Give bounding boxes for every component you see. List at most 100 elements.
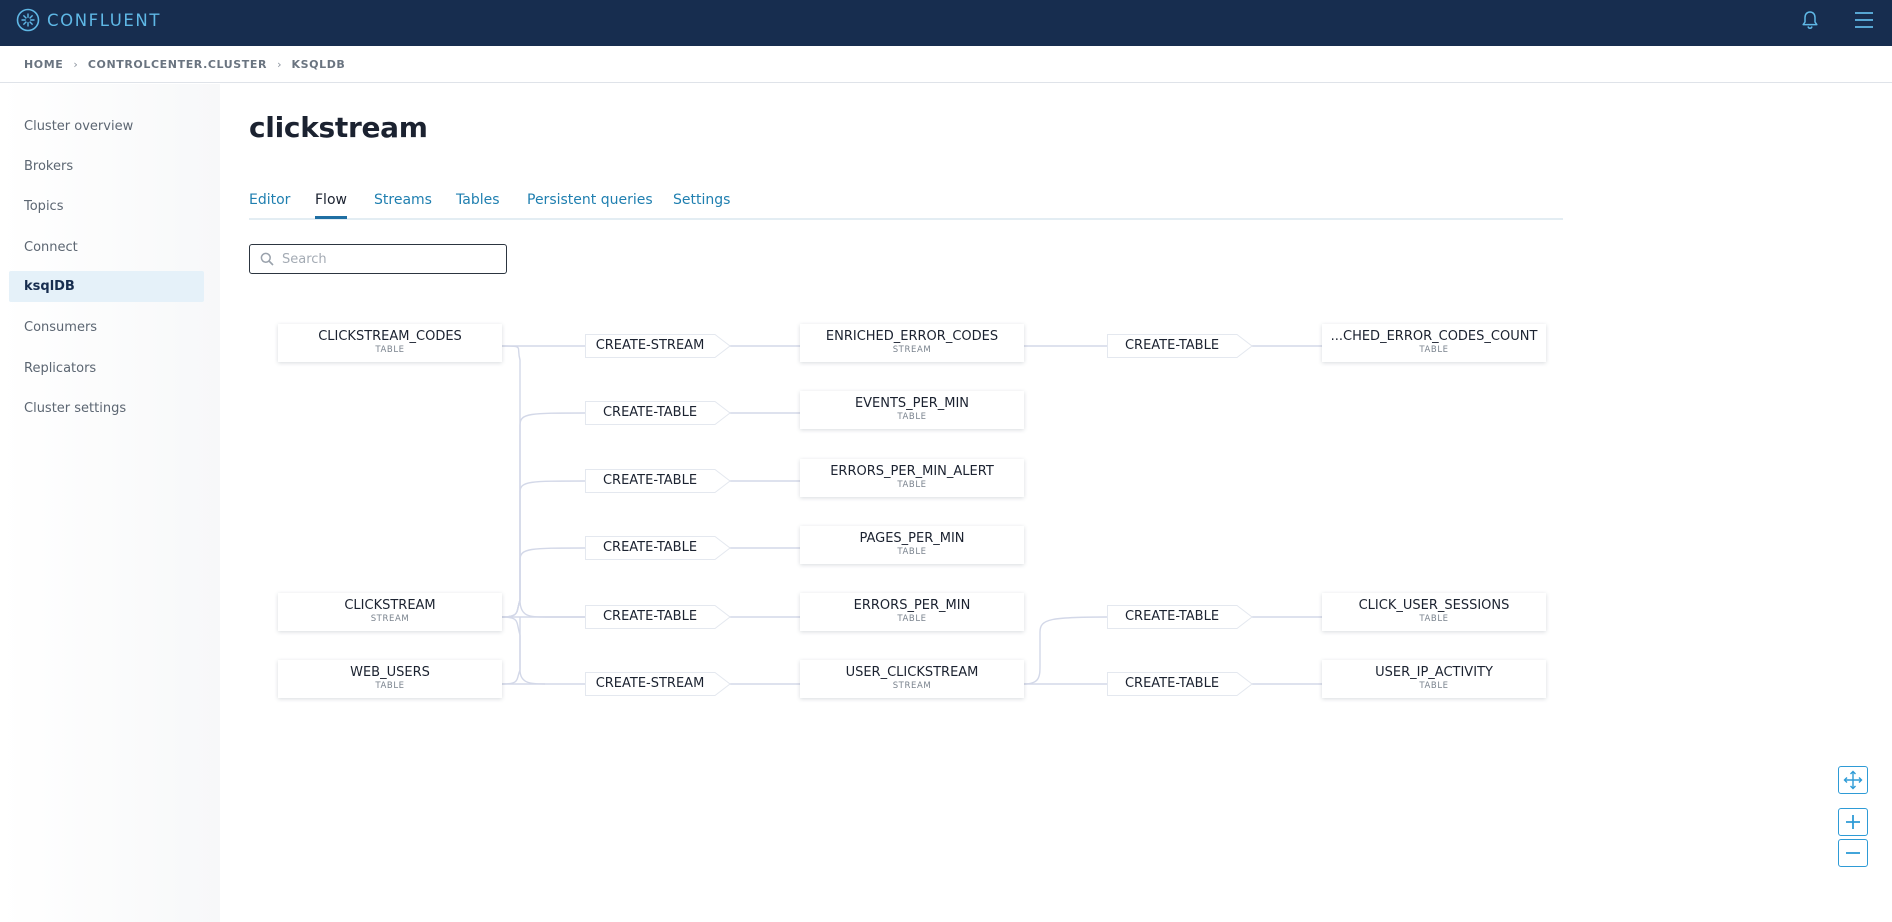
search-input[interactable] bbox=[282, 251, 502, 267]
node-name: USER_IP_ACTIVITY bbox=[1375, 665, 1493, 680]
node-type: TABLE bbox=[1419, 345, 1449, 355]
sidebar-item-consumers[interactable]: Consumers bbox=[9, 312, 204, 343]
sidebar-item-replicators[interactable]: Replicators bbox=[9, 353, 204, 384]
flow-operation-create-table[interactable]: CREATE-TABLE bbox=[1107, 605, 1253, 629]
node-type: TABLE bbox=[375, 345, 405, 355]
chevron-right-icon: › bbox=[277, 57, 282, 71]
operation-label: CREATE-TABLE bbox=[1124, 676, 1220, 691]
breadcrumb: HOME › CONTROLCENTER.CLUSTER › KSQLDB bbox=[0, 46, 1892, 83]
breadcrumb-ksqldb[interactable]: KSQLDB bbox=[292, 58, 346, 71]
sidebar-item-brokers[interactable]: Brokers bbox=[9, 151, 204, 182]
flow-operation-create-table[interactable]: CREATE-TABLE bbox=[585, 536, 731, 560]
operation-label: CREATE-TABLE bbox=[602, 540, 698, 555]
notifications-button[interactable] bbox=[1799, 9, 1821, 31]
hamburger-menu-icon bbox=[1855, 12, 1873, 28]
flow-operation-create-table[interactable]: CREATE-TABLE bbox=[1107, 672, 1253, 696]
node-type: TABLE bbox=[897, 412, 927, 422]
flow-operation-create-table[interactable]: CREATE-TABLE bbox=[585, 605, 731, 629]
edge bbox=[501, 480, 586, 618]
node-name: ENRICHED_ERROR_CODES bbox=[825, 329, 999, 344]
flow-node-web-users[interactable]: WEB_USERS TABLE bbox=[278, 660, 502, 698]
brand-logo[interactable]: CONFLUENT bbox=[16, 8, 161, 32]
operation-label: CREATE-TABLE bbox=[602, 473, 698, 488]
operation-label: CREATE-STREAM bbox=[595, 338, 705, 353]
sidebar-item-cluster-overview[interactable]: Cluster overview bbox=[9, 111, 204, 142]
sidebar-item-ksqldb[interactable]: ksqlDB bbox=[9, 271, 204, 302]
flow-node-errors-per-min[interactable]: ERRORS_PER_MIN TABLE bbox=[800, 593, 1024, 631]
flow-operation-create-table[interactable]: CREATE-TABLE bbox=[1107, 334, 1253, 358]
search-icon bbox=[260, 252, 274, 266]
operation-label: CREATE-TABLE bbox=[602, 405, 698, 420]
node-name: CLICK_USER_SESSIONS bbox=[1358, 598, 1510, 613]
flow-node-click-user-sessions[interactable]: CLICK_USER_SESSIONS TABLE bbox=[1322, 593, 1546, 631]
node-name: ...CHED_ERROR_CODES_COUNT bbox=[1330, 329, 1538, 344]
edge bbox=[501, 547, 586, 618]
tab-flow[interactable]: Flow bbox=[315, 192, 347, 219]
node-type: TABLE bbox=[897, 547, 927, 557]
node-name: CLICKSTREAM bbox=[344, 598, 436, 613]
flow-node-clickstream-codes[interactable]: CLICKSTREAM_CODES TABLE bbox=[278, 324, 502, 362]
confluent-logo-icon bbox=[16, 8, 40, 32]
node-name: ERRORS_PER_MIN bbox=[853, 598, 971, 613]
flow-node-user-clickstream[interactable]: USER_CLICKSTREAM STREAM bbox=[800, 660, 1024, 698]
brand-name: CONFLUENT bbox=[47, 10, 162, 30]
node-name: ERRORS_PER_MIN_ALERT bbox=[830, 464, 994, 479]
operation-label: CREATE-STREAM bbox=[595, 676, 705, 691]
top-navigation-bar: CONFLUENT bbox=[0, 0, 1892, 46]
zoom-in-button[interactable] bbox=[1838, 808, 1868, 836]
minus-icon bbox=[1846, 852, 1860, 854]
edge bbox=[501, 345, 585, 618]
tab-tables[interactable]: Tables bbox=[456, 192, 500, 219]
flow-operation-create-stream[interactable]: CREATE-STREAM bbox=[585, 334, 731, 358]
node-type: STREAM bbox=[892, 345, 932, 355]
flow-node-errors-per-min-alert[interactable]: ERRORS_PER_MIN_ALERT TABLE bbox=[800, 459, 1024, 497]
tab-editor[interactable]: Editor bbox=[249, 192, 290, 219]
tab-settings[interactable]: Settings bbox=[673, 192, 730, 219]
tab-persistent-queries[interactable]: Persistent queries bbox=[527, 192, 653, 219]
zoom-out-button[interactable] bbox=[1838, 839, 1868, 867]
edge bbox=[501, 412, 586, 618]
bell-icon bbox=[1802, 11, 1818, 30]
node-name: CLICKSTREAM_CODES bbox=[318, 329, 462, 344]
flow-operation-create-table[interactable]: CREATE-TABLE bbox=[585, 401, 731, 425]
sidebar-navigation: Cluster overview Brokers Topics Connect … bbox=[0, 84, 220, 922]
node-type: TABLE bbox=[1419, 681, 1449, 691]
node-name: PAGES_PER_MIN bbox=[859, 531, 965, 546]
plus-icon bbox=[1846, 815, 1860, 829]
flow-node-enriched-error-codes-count[interactable]: ...CHED_ERROR_CODES_COUNT TABLE bbox=[1322, 324, 1546, 362]
page-title: clickstream bbox=[249, 111, 428, 144]
node-name: EVENTS_PER_MIN bbox=[854, 396, 970, 411]
chevron-right-icon: › bbox=[73, 57, 78, 71]
node-type: TABLE bbox=[1419, 614, 1449, 624]
fit-to-screen-icon bbox=[1843, 770, 1863, 790]
operation-label: CREATE-TABLE bbox=[1124, 338, 1220, 353]
breadcrumb-home[interactable]: HOME bbox=[24, 58, 63, 71]
main-menu-button[interactable] bbox=[1853, 9, 1875, 31]
breadcrumb-cluster[interactable]: CONTROLCENTER.CLUSTER bbox=[88, 58, 267, 71]
flow-operation-create-stream[interactable]: CREATE-STREAM bbox=[585, 672, 731, 696]
flow-node-clickstream[interactable]: CLICKSTREAM STREAM bbox=[278, 593, 502, 631]
operation-label: CREATE-TABLE bbox=[1124, 609, 1220, 624]
edge bbox=[501, 616, 546, 685]
operation-label: CREATE-TABLE bbox=[602, 609, 698, 624]
node-name: WEB_USERS bbox=[350, 665, 430, 680]
node-name: USER_CLICKSTREAM bbox=[845, 665, 979, 680]
flow-node-events-per-min[interactable]: EVENTS_PER_MIN TABLE bbox=[800, 391, 1024, 429]
flow-node-user-ip-activity[interactable]: USER_IP_ACTIVITY TABLE bbox=[1322, 660, 1546, 698]
fit-to-screen-button[interactable] bbox=[1838, 766, 1868, 794]
node-type: STREAM bbox=[892, 681, 932, 691]
tab-bar: Editor Flow Streams Tables Persistent qu… bbox=[249, 190, 1563, 220]
flow-operation-create-table[interactable]: CREATE-TABLE bbox=[585, 469, 731, 493]
node-type: TABLE bbox=[897, 480, 927, 490]
flow-node-enriched-error-codes[interactable]: ENRICHED_ERROR_CODES STREAM bbox=[800, 324, 1024, 362]
node-type: TABLE bbox=[375, 681, 405, 691]
search-box bbox=[249, 244, 507, 274]
node-type: STREAM bbox=[370, 614, 410, 624]
flow-node-pages-per-min[interactable]: PAGES_PER_MIN TABLE bbox=[800, 526, 1024, 564]
edge bbox=[1023, 616, 1108, 685]
sidebar-item-topics[interactable]: Topics bbox=[9, 191, 204, 222]
edge bbox=[501, 617, 521, 685]
tab-streams[interactable]: Streams bbox=[374, 192, 432, 219]
sidebar-item-connect[interactable]: Connect bbox=[9, 232, 204, 263]
sidebar-item-cluster-settings[interactable]: Cluster settings bbox=[9, 393, 204, 424]
